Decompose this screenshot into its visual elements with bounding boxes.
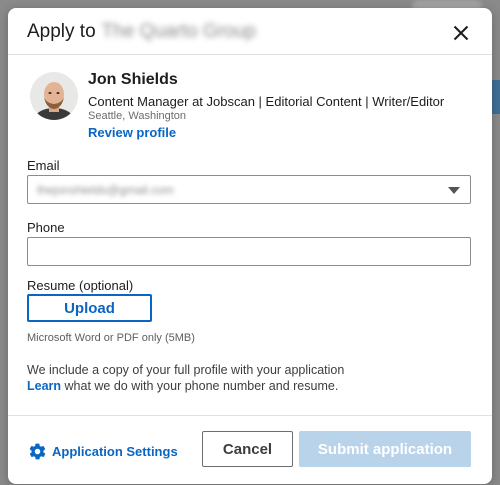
phone-label: Phone [27, 220, 65, 235]
resume-hint: Microsoft Word or PDF only (5MB) [27, 332, 195, 344]
close-button[interactable] [446, 18, 476, 48]
application-settings-link[interactable]: Application Settings [28, 442, 178, 461]
submit-application-button[interactable]: Submit application [299, 431, 471, 467]
dialog-title-prefix: Apply to [27, 21, 96, 42]
profile-info-text: We include a copy of your full profile w… [27, 363, 345, 377]
application-settings-label: Application Settings [52, 444, 178, 459]
privacy-info-rest: what we do with your phone number and re… [61, 379, 339, 393]
gear-icon [29, 443, 46, 460]
company-name: The Quarto Group [101, 21, 256, 42]
email-label: Email [27, 158, 60, 173]
profile-location: Seattle, Washington [88, 110, 187, 122]
profile-headline: Content Manager at Jobscan | Editorial C… [88, 94, 445, 109]
close-icon [453, 25, 469, 41]
profile-name: Jon Shields [88, 71, 178, 88]
privacy-info-text: Learn what we do with your phone number … [27, 379, 338, 393]
email-select[interactable]: thejonshields@gmail.com [27, 175, 471, 204]
review-profile-link[interactable]: Review profile [88, 125, 176, 140]
phone-input[interactable] [27, 237, 471, 266]
apply-dialog: Apply to The Quarto Group Jon Shields Co… [8, 8, 492, 484]
dialog-header: Apply to The Quarto Group [8, 8, 492, 55]
resume-label: Resume (optional) [27, 278, 134, 293]
learn-link[interactable]: Learn [27, 379, 61, 393]
avatar [30, 72, 78, 120]
chevron-down-icon [448, 187, 460, 194]
email-value: thejonshields@gmail.com [37, 183, 174, 197]
upload-button[interactable]: Upload [27, 294, 152, 322]
dialog-footer: Application Settings Cancel Submit appli… [8, 415, 492, 484]
cancel-button[interactable]: Cancel [202, 431, 293, 467]
dialog-title: Apply to The Quarto Group [27, 21, 256, 43]
